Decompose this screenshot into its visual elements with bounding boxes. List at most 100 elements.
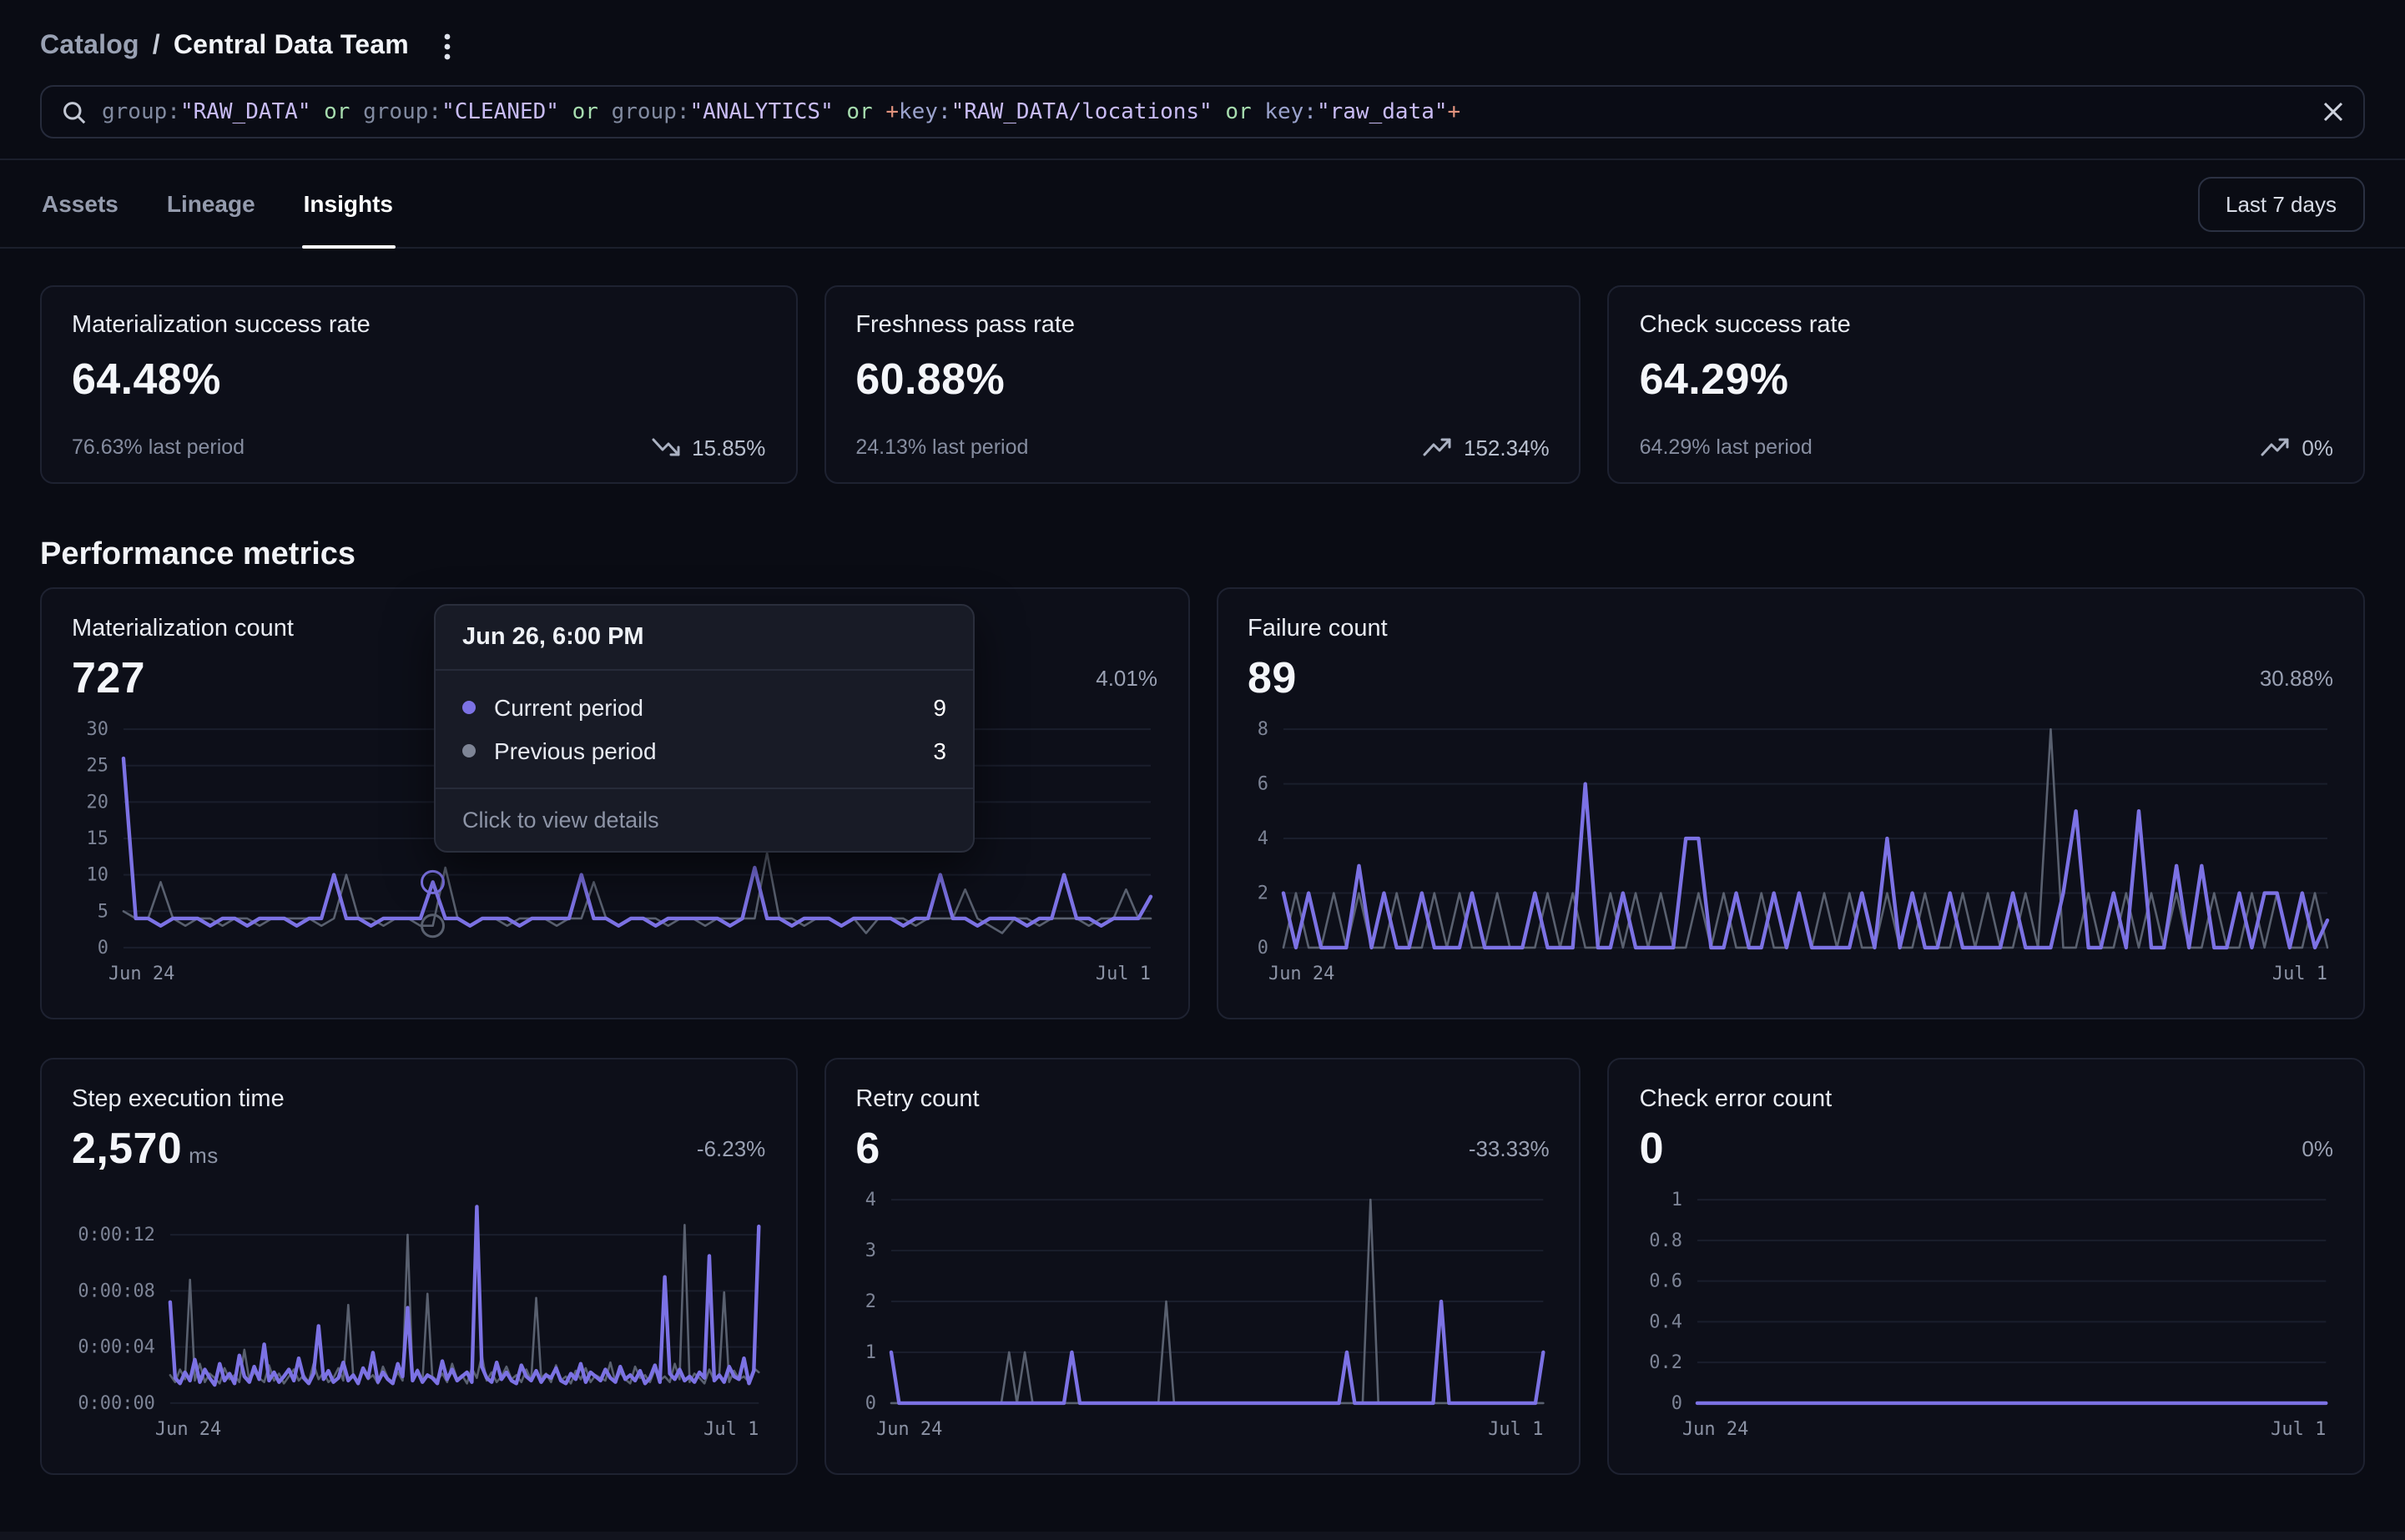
search-query-segment: or [1213,99,1265,124]
failure-count-chart[interactable]: 02468Jun 24Jul 1 [1248,716,2333,991]
chart-value: 89 [1248,656,1297,699]
stat-title: Check success rate [1640,312,2333,339]
svg-text:Jun 24: Jun 24 [1683,1419,1749,1440]
close-icon [2323,102,2343,122]
svg-text:Jul 1: Jul 1 [2271,964,2327,984]
tooltip-row-label: Previous period [494,737,657,764]
stat-title: Materialization success rate [72,312,765,339]
search-query-segment: or [834,99,886,124]
svg-text:Jul 1: Jul 1 [703,1419,759,1440]
time-range-button[interactable]: Last 7 days [2197,176,2365,231]
tooltip-footer[interactable]: Click to view details [436,789,973,851]
chart-card-failure-count: Failure count 89 30.88% 02468Jun 24Jul 1 [1216,587,2365,1019]
svg-text:10: 10 [87,865,108,886]
bottom-strip [0,1532,2405,1540]
tab-lineage[interactable]: Lineage [165,160,257,247]
section-title: Performance metrics [40,537,2365,574]
search-query-segment: group: [612,99,690,124]
breadcrumb-page-title: Central Data Team [174,32,409,62]
stat-trend: 0% [2260,434,2333,460]
svg-text:Jul 1: Jul 1 [1488,1419,1543,1440]
trending-down-icon [650,434,680,460]
trending-up-icon [2260,434,2290,460]
tab-assets[interactable]: Assets [40,160,120,247]
stat-value: 60.88% [855,354,1549,405]
svg-text:15: 15 [87,828,108,849]
chart-value: 6 [855,1126,880,1170]
stat-subtext: 76.63% last period [72,435,245,459]
chart-percent-change: 0% [2302,1135,2333,1160]
stat-card-check-success-rate: Check success rate 64.29% 64.29% last pe… [1608,285,2365,484]
chart-title: Check error count [1640,1086,2333,1113]
svg-text:0:00:08: 0:00:08 [78,1281,155,1301]
svg-text:1: 1 [1671,1190,1682,1210]
search-query-segment: + [1448,99,1461,124]
clear-search-button[interactable] [2323,102,2343,122]
svg-text:3: 3 [865,1241,875,1261]
chart-card-step-execution-time: Step execution time 2,570ms -6.23% 0:00:… [40,1058,797,1475]
stat-subtext: 24.13% last period [855,435,1028,459]
chart-tooltip: Jun 26, 6:00 PM Current period9 Previous … [434,604,975,853]
chart-card-check-error-count: Check error count 0 0% 00.20.40.60.81Jun… [1608,1058,2365,1475]
search-query-segment: group: [102,99,180,124]
previous-series-dot-icon [462,744,476,757]
search-query-segment: "CLEANED" [441,99,559,124]
chart-title: Step execution time [72,1086,765,1113]
svg-text:0:00:00: 0:00:00 [78,1393,155,1414]
chart-value: 2,570ms [72,1126,219,1170]
tooltip-row-label: Current period [494,694,643,721]
svg-text:0:00:12: 0:00:12 [78,1225,155,1246]
chart-percent-change: -6.23% [697,1135,765,1160]
tooltip-row: Current period9 [462,686,946,729]
breadcrumb-catalog-link[interactable]: Catalog [40,32,139,62]
svg-text:20: 20 [87,792,108,813]
stat-trend-value: 15.85% [692,435,765,460]
svg-text:0.6: 0.6 [1650,1271,1683,1292]
charts-row-large: Materialization count 727 4.01% 05101520… [40,587,2365,1019]
search-query-segment: + [885,99,899,124]
svg-text:4: 4 [1257,828,1268,849]
chart-title: Retry count [855,1086,1549,1113]
search-query-segment: "raw_data" [1317,99,1448,124]
tooltip-row-value: 3 [933,737,946,764]
search-query-segment: or [559,99,612,124]
stat-card-materialization-success-rate: Materialization success rate 64.48% 76.6… [40,285,797,484]
stat-trend-value: 152.34% [1464,435,1550,460]
kebab-icon [444,32,451,62]
tabs: Assets Lineage Insights [40,160,395,247]
tooltip-title: Jun 26, 6:00 PM [436,606,973,671]
main-content: Materialization success rate 64.48% 76.6… [0,285,2405,1475]
svg-text:0.2: 0.2 [1650,1352,1683,1373]
svg-text:1: 1 [865,1342,875,1363]
breadcrumb-separator: / [153,32,160,62]
retry-count-chart[interactable]: 01234Jun 24Jul 1 [855,1186,1549,1447]
svg-text:6: 6 [1257,774,1268,795]
svg-text:2: 2 [1257,883,1268,903]
page-menu-button[interactable] [431,30,464,63]
stat-title: Freshness pass rate [855,312,1549,339]
chart-value: 0 [1640,1126,1664,1170]
stat-trend: 152.34% [1422,434,1550,460]
stat-card-freshness-pass-rate: Freshness pass rate 60.88% 24.13% last p… [824,285,1581,484]
svg-text:Jul 1: Jul 1 [1096,964,1151,984]
charts-row-small: Step execution time 2,570ms -6.23% 0:00:… [40,1058,2365,1475]
check-error-count-chart[interactable]: 00.20.40.60.81Jun 24Jul 1 [1640,1186,2333,1447]
step-execution-time-chart[interactable]: 0:00:000:00:040:00:080:00:12Jun 24Jul 1 [72,1186,765,1447]
svg-text:8: 8 [1257,719,1268,740]
svg-text:2: 2 [865,1291,875,1312]
svg-text:0.4: 0.4 [1650,1311,1683,1332]
search-query-segment: key: [899,99,951,124]
stat-value: 64.29% [1640,354,2333,405]
svg-text:0: 0 [98,938,108,959]
search-query-segment: group: [363,99,441,124]
chart-card-retry-count: Retry count 6 -33.33% 01234Jun 24Jul 1 [824,1058,1581,1475]
svg-text:0: 0 [1257,938,1268,959]
chart-percent-change: 4.01% [1096,665,1157,690]
svg-text:30: 30 [87,719,108,740]
tab-insights[interactable]: Insights [302,160,395,247]
search-icon [62,99,87,124]
stat-subtext: 64.29% last period [1640,435,1813,459]
search-input[interactable]: group:"RAW_DATA" or group:"CLEANED" or g… [40,85,2365,138]
chart-value: 727 [72,656,145,699]
chart-percent-change: -33.33% [1469,1135,1550,1160]
